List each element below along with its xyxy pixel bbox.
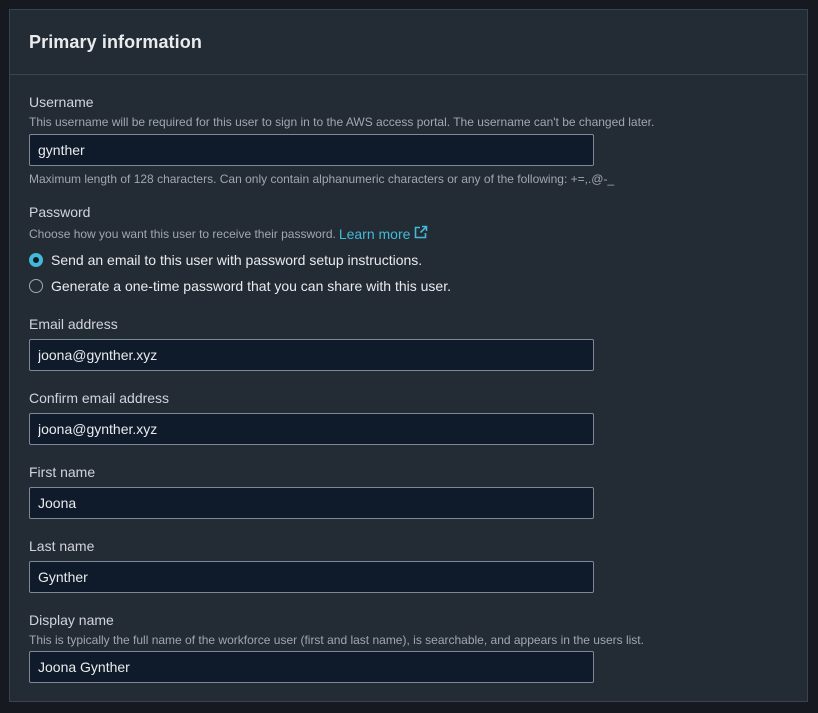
last-name-input[interactable] xyxy=(29,561,594,593)
display-name-field-group: Display name This is typically the full … xyxy=(29,612,644,647)
password-option-one-time-label: Generate a one-time password that you ca… xyxy=(51,278,451,294)
password-option-email[interactable]: Send an email to this user with password… xyxy=(29,250,422,270)
username-input[interactable] xyxy=(29,134,594,166)
panel-header: Primary information xyxy=(10,10,807,75)
email-input[interactable] xyxy=(29,339,594,371)
display-name-label: Display name xyxy=(29,612,114,628)
learn-more-link[interactable]: Learn more xyxy=(339,225,429,242)
email-label: Email address xyxy=(29,316,118,332)
display-name-description: This is typically the full name of the w… xyxy=(29,633,644,647)
password-option-email-label: Send an email to this user with password… xyxy=(51,252,423,268)
first-name-input[interactable] xyxy=(29,487,594,519)
username-label: Username xyxy=(29,94,94,110)
radio-selected-icon[interactable] xyxy=(29,253,43,267)
last-name-label: Last name xyxy=(29,538,95,554)
password-field-group: Password Choose how you want this user t… xyxy=(29,204,428,242)
confirm-email-input[interactable] xyxy=(29,413,594,445)
external-link-icon xyxy=(414,225,428,242)
primary-information-panel: Primary information Username This userna… xyxy=(9,9,808,702)
password-description: Choose how you want this user to receive… xyxy=(29,226,336,241)
password-label: Password xyxy=(29,204,91,220)
learn-more-label: Learn more xyxy=(338,225,411,242)
first-name-label: First name xyxy=(29,464,96,480)
radio-unselected-icon[interactable] xyxy=(29,279,43,293)
password-description-row: Choose how you want this user to receive… xyxy=(29,225,428,242)
username-description: This username will be required for this … xyxy=(29,115,655,129)
confirm-email-label: Confirm email address xyxy=(29,390,170,406)
display-name-input[interactable] xyxy=(29,651,594,683)
section-title: Primary information xyxy=(29,32,202,52)
username-constraint: Maximum length of 128 characters. Can on… xyxy=(29,172,615,186)
password-option-one-time[interactable]: Generate a one-time password that you ca… xyxy=(29,276,451,296)
username-field-group: Username This username will be required … xyxy=(29,94,654,129)
